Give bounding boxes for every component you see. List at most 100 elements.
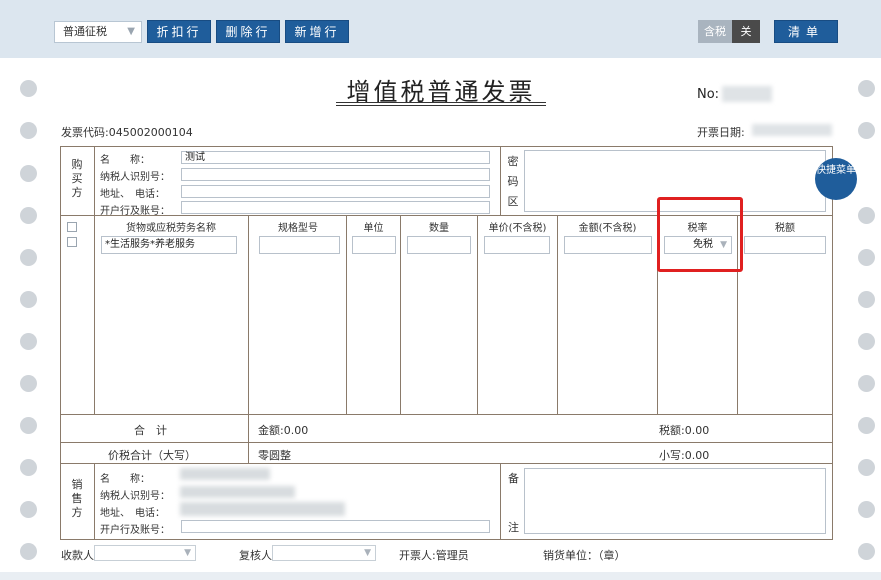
reviewer-label: 复核人: (239, 549, 276, 562)
select-all-checkbox[interactable] (67, 222, 77, 232)
punch-hole (858, 417, 875, 434)
item-tax-input[interactable] (744, 236, 826, 254)
buyer-section-label: 购买方 (71, 158, 83, 199)
item-qty-input[interactable] (407, 236, 471, 254)
punch-hole (20, 417, 37, 434)
total-label: 合 计 (134, 424, 167, 437)
buyer-address-label: 地址、 电话： (100, 189, 165, 200)
seller-address-label: 地址、 电话： (100, 508, 165, 519)
divider (500, 146, 501, 215)
cipher-area-label: 密码区 (507, 155, 519, 208)
punch-hole (20, 333, 37, 350)
seller-tax-id-redacted (180, 486, 295, 498)
punch-hole (858, 501, 875, 518)
divider (60, 463, 833, 464)
item-amount-input[interactable] (564, 236, 652, 254)
punch-hole (20, 375, 37, 392)
seller-bank-label: 开户行及账号： (100, 525, 170, 536)
invoice-type-select[interactable]: 普通征税 ▼ (54, 21, 142, 43)
divider (60, 442, 833, 443)
punch-hole (858, 122, 875, 139)
seller-address-redacted (180, 502, 345, 516)
chevron-down-icon: ▼ (364, 548, 371, 558)
add-row-button[interactable]: 新增行 (285, 20, 349, 43)
divider (94, 146, 95, 215)
invoice-number-label: No: (697, 87, 720, 102)
punch-hole (20, 291, 37, 308)
buyer-tax-id-label: 纳税人识别号： (100, 172, 170, 183)
list-button[interactable]: 清单 (774, 20, 838, 43)
punch-hole (858, 459, 875, 476)
tax-rate-highlight (657, 197, 743, 272)
item-spec-input[interactable] (259, 236, 340, 254)
discount-row-button[interactable]: 折扣行 (147, 20, 211, 43)
delete-row-button[interactable]: 删除行 (216, 20, 280, 43)
tax-included-label: 含税 (698, 20, 732, 43)
seller-seal-label: 销货单位：（章） (543, 549, 626, 562)
col-header-qty: 数量 (429, 223, 449, 234)
divider (346, 215, 347, 414)
divider (557, 215, 558, 414)
issue-date-redacted (752, 124, 832, 136)
punch-hole (858, 375, 875, 392)
buyer-name-field[interactable]: 测试 (181, 151, 490, 164)
col-header-amount: 金额(不含税) (578, 223, 637, 234)
divider (248, 215, 249, 463)
buyer-name-label: 名 称： (100, 155, 150, 166)
reviewer-select[interactable]: ▼ (272, 545, 376, 561)
col-header-price: 单价(不含税) (488, 223, 547, 234)
grand-total-lower: 小写:0.00 (659, 449, 710, 462)
buyer-tax-id-field[interactable] (181, 168, 490, 181)
invoice-type-value: 普通征税 (63, 25, 107, 38)
grand-total-upper: 零圆整 (258, 449, 291, 462)
divider (94, 463, 95, 540)
punch-hole (20, 122, 37, 139)
chevron-down-icon: ▼ (127, 26, 135, 37)
chevron-down-icon: ▼ (184, 548, 191, 558)
divider (500, 463, 501, 540)
invoice-code: 发票代码:045002000104 (61, 126, 193, 139)
tax-total: 税额:0.00 (659, 424, 710, 437)
divider (60, 414, 833, 415)
col-header-tax: 税额 (775, 223, 795, 234)
payee-select[interactable]: ▼ (94, 545, 196, 561)
title-underline (336, 102, 546, 106)
divider (94, 215, 95, 414)
col-header-unit: 单位 (363, 223, 384, 234)
seller-section-label: 销售方 (71, 478, 83, 519)
punch-hole (20, 249, 37, 266)
issue-date-label: 开票日期: (697, 126, 745, 139)
issuer-label: 开票人:管理员 (399, 549, 469, 562)
seller-bank-field[interactable] (181, 520, 490, 533)
buyer-bank-label: 开户行及账号： (100, 206, 170, 217)
quick-menu-button[interactable]: 快捷菜单 (815, 158, 857, 200)
tax-included-state[interactable]: 关 (732, 20, 760, 43)
grand-total-label: 价税合计（大写） (108, 449, 196, 462)
punch-hole (20, 543, 37, 560)
buyer-bank-field[interactable] (181, 201, 490, 214)
col-header-spec: 规格型号 (278, 223, 318, 234)
seller-name-redacted (180, 468, 270, 480)
remark-label-bottom: 注 (508, 521, 519, 534)
remark-area[interactable] (524, 468, 826, 534)
item-unit-input[interactable] (352, 236, 396, 254)
page-bottom-band (0, 572, 881, 580)
amount-total: 金额:0.00 (258, 424, 309, 437)
tax-included-toggle[interactable]: 含税 关 (698, 20, 764, 43)
seller-tax-id-label: 纳税人识别号： (100, 491, 170, 502)
divider (400, 215, 401, 414)
punch-hole (858, 207, 875, 224)
punch-hole (858, 249, 875, 266)
punch-hole (858, 80, 875, 97)
divider (477, 215, 478, 414)
invoice-number-redacted (722, 86, 772, 102)
remark-label-top: 备 (508, 472, 519, 485)
punch-hole (20, 501, 37, 518)
toolbar: 普通征税 ▼ 折扣行 删除行 新增行 含税 关 清单 (0, 0, 881, 58)
punch-hole (20, 80, 37, 97)
row-checkbox[interactable] (67, 237, 77, 247)
punch-hole (20, 459, 37, 476)
item-price-input[interactable] (484, 236, 550, 254)
item-name-input[interactable]: *生活服务*养老服务 (101, 236, 237, 254)
buyer-address-field[interactable] (181, 185, 490, 198)
